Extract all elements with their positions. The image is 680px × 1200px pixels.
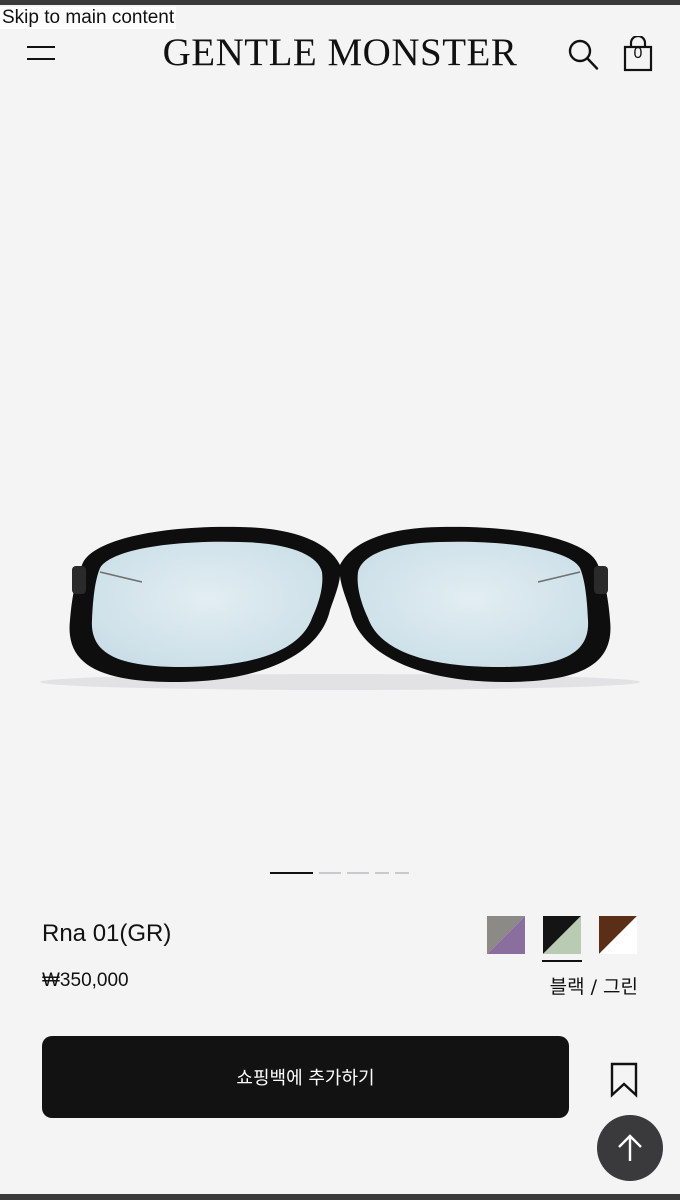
product-image-sunglasses[interactable] (0, 470, 680, 710)
bag-count: 0 (633, 45, 643, 62)
swatch-black-green-graphic (543, 916, 581, 954)
arrow-up-icon (618, 1134, 642, 1161)
add-to-bag-button[interactable]: 쇼핑백에 추가하기 (42, 1036, 569, 1118)
pager-dot-3[interactable] (347, 872, 369, 874)
pager-dot-2[interactable] (319, 872, 341, 874)
selected-color-label: 블랙 / 그린 (549, 976, 638, 998)
gallery-pager (270, 872, 409, 874)
product-price: ₩350,000 (42, 970, 129, 991)
wishlist-button[interactable] (608, 1062, 640, 1098)
search-icon (568, 39, 599, 70)
pager-dot-1[interactable] (270, 872, 313, 874)
pager-dot-4[interactable] (375, 872, 389, 874)
shopping-bag-button[interactable]: 0 (622, 36, 654, 72)
product-name: Rna 01(GR) (42, 920, 172, 947)
selected-swatch-indicator (542, 960, 582, 962)
pager-dot-5[interactable] (395, 872, 409, 874)
search-button[interactable] (567, 37, 599, 71)
swatch-grey-purple[interactable] (487, 916, 525, 954)
scroll-to-top-button[interactable] (597, 1115, 663, 1181)
bottom-border (0, 1194, 680, 1200)
skip-to-content-link[interactable]: Skip to main content (0, 7, 177, 29)
swatch-brown-white-graphic (599, 916, 637, 954)
swatch-black-green[interactable] (543, 916, 581, 954)
swatch-grey-purple-graphic (487, 916, 525, 954)
swatch-brown-white[interactable] (599, 916, 637, 954)
top-border (0, 0, 680, 5)
bookmark-icon (610, 1062, 638, 1098)
color-swatches (487, 916, 637, 954)
